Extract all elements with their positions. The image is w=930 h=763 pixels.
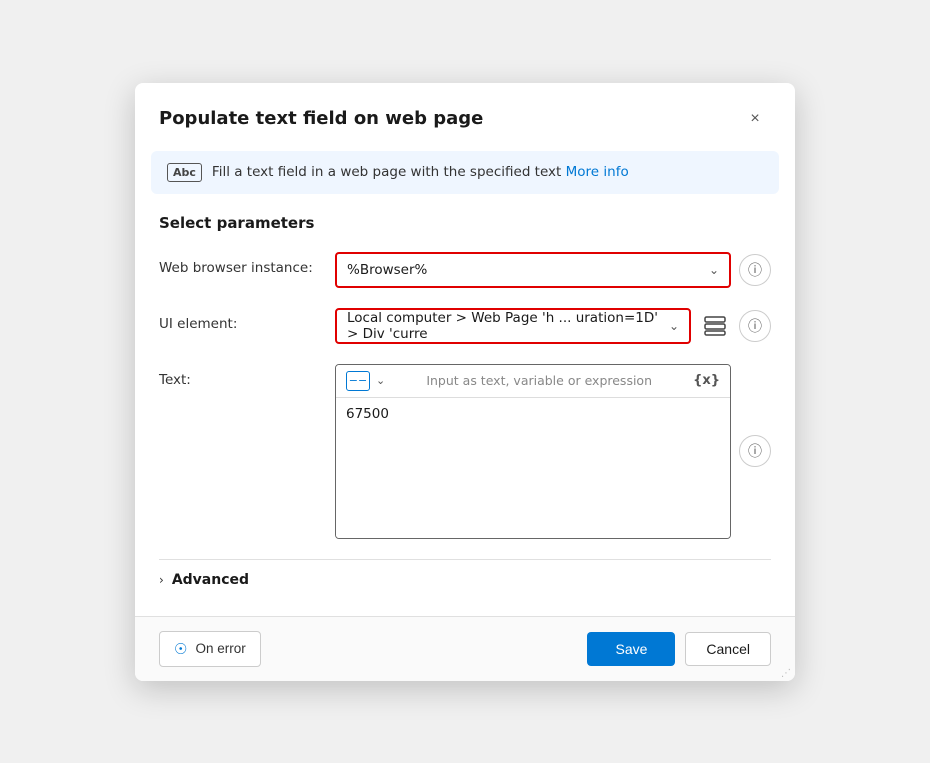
close-button[interactable]: × <box>739 103 771 135</box>
more-info-link[interactable]: More info <box>566 164 629 180</box>
ui-element-value: Local computer > Web Page 'h ... uration… <box>347 310 669 342</box>
dialog-title: Populate text field on web page <box>159 108 483 129</box>
chevron-right-icon: › <box>159 573 164 587</box>
ui-element-dropdown[interactable]: Local computer > Web Page 'h ... uration… <box>335 308 691 344</box>
abc-icon: Abc <box>167 163 202 182</box>
expression-icon[interactable]: {x} <box>693 373 720 388</box>
section-title: Select parameters <box>159 214 771 232</box>
browser-label: Web browser instance: <box>159 252 319 276</box>
dialog-header: Populate text field on web page × <box>135 83 795 151</box>
on-error-button[interactable]: ☉ On error <box>159 631 261 667</box>
ui-element-label: UI element: <box>159 308 319 332</box>
browser-dropdown[interactable]: %Browser% ⌄ <box>335 252 731 288</box>
text-area-toolbar: −− ⌄ Input as text, variable or expressi… <box>336 365 730 398</box>
footer-wrapper: ☉ On error Save Cancel ⋰ <box>135 616 795 681</box>
footer-actions: Save Cancel <box>587 632 771 666</box>
dialog-body: Select parameters Web browser instance: … <box>135 194 795 616</box>
text-label: Text: <box>159 364 319 388</box>
text-value: 67500 <box>346 406 389 422</box>
on-error-label: On error <box>195 641 245 656</box>
stack-icon[interactable] <box>699 310 731 342</box>
cancel-button[interactable]: Cancel <box>685 632 771 666</box>
text-info-icon[interactable]: ⓘ <box>739 435 771 467</box>
advanced-label: Advanced <box>172 572 249 588</box>
save-button[interactable]: Save <box>587 632 675 666</box>
text-placeholder: Input as text, variable or expression <box>426 373 652 388</box>
browser-value: %Browser% <box>347 262 427 278</box>
text-mode-icon[interactable]: −− <box>346 371 370 391</box>
shield-icon: ☉ <box>174 640 187 658</box>
text-area-wrapper: −− ⌄ Input as text, variable or expressi… <box>335 364 731 539</box>
resize-handle: ⋰ <box>781 668 791 679</box>
dialog-footer: ☉ On error Save Cancel <box>135 616 795 681</box>
text-area-content[interactable]: 67500 <box>336 398 730 538</box>
ui-element-info-icon[interactable]: ⓘ <box>739 310 771 342</box>
chevron-down-icon: ⌄ <box>669 319 679 333</box>
info-banner: Abc Fill a text field in a web page with… <box>151 151 779 194</box>
text-row: Text: −− ⌄ Input as text, variable or ex… <box>159 364 771 539</box>
text-mode-chevron[interactable]: ⌄ <box>376 374 385 387</box>
advanced-section[interactable]: › Advanced <box>159 559 771 596</box>
dialog: Populate text field on web page × Abc Fi… <box>135 83 795 681</box>
text-control: −− ⌄ Input as text, variable or expressi… <box>335 364 771 539</box>
info-banner-text: Fill a text field in a web page with the… <box>212 164 629 180</box>
browser-instance-row: Web browser instance: %Browser% ⌄ ⓘ <box>159 252 771 288</box>
browser-control: %Browser% ⌄ ⓘ <box>335 252 771 288</box>
ui-element-control: Local computer > Web Page 'h ... uration… <box>335 308 771 344</box>
chevron-down-icon: ⌄ <box>709 263 719 277</box>
ui-element-row: UI element: Local computer > Web Page 'h… <box>159 308 771 344</box>
browser-info-icon[interactable]: ⓘ <box>739 254 771 286</box>
